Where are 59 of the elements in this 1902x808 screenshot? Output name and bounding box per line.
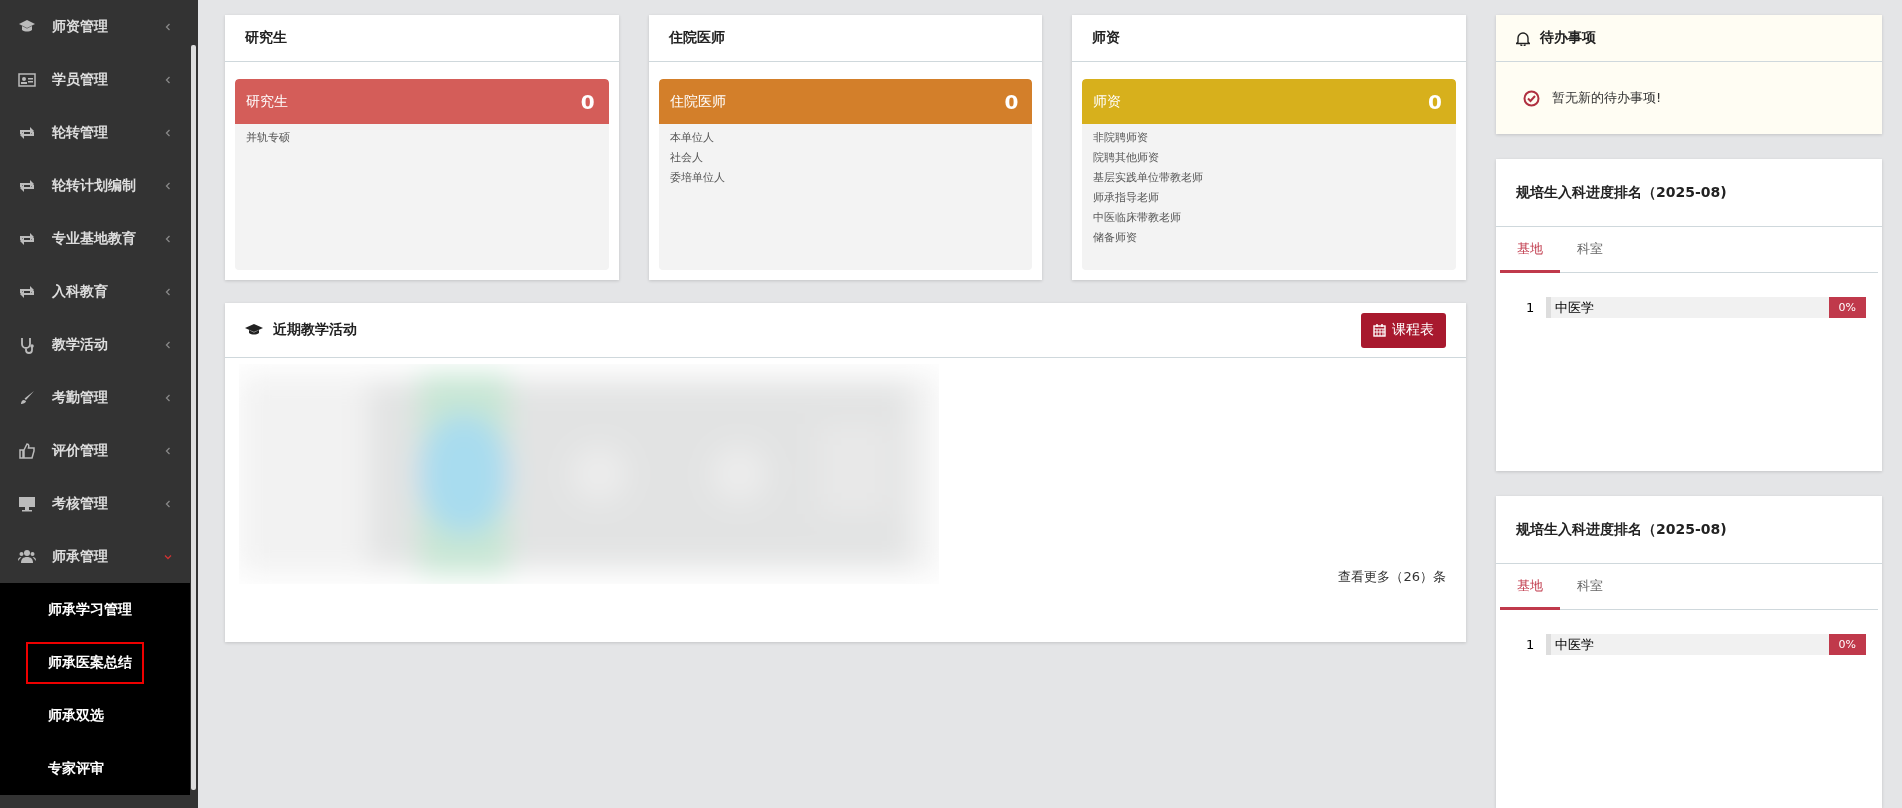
category-label[interactable]: 本单位人 bbox=[669, 130, 1022, 145]
sidebar-item[interactable]: 轮转计划编制 bbox=[0, 159, 190, 212]
sidebar-item[interactable]: 考勤管理 bbox=[0, 371, 190, 424]
schedule-button[interactable]: 课程表 bbox=[1361, 312, 1446, 348]
stethoscope-icon bbox=[18, 335, 36, 354]
department-name: 中医学 bbox=[1554, 298, 1595, 317]
category-label[interactable]: 储备师资 bbox=[1093, 230, 1445, 245]
thumbs-up-icon bbox=[18, 441, 36, 460]
category-label[interactable]: 社会人 bbox=[669, 150, 1022, 165]
brush-icon bbox=[18, 388, 36, 407]
check-circle-icon bbox=[1523, 89, 1540, 107]
stat-banner: 师资 0 bbox=[1082, 79, 1456, 124]
sidebar-item[interactable]: 学员管理 bbox=[0, 53, 190, 106]
category-label[interactable]: 委培单位人 bbox=[669, 170, 1022, 185]
tab[interactable]: 基地 bbox=[1500, 227, 1560, 273]
submenu-item[interactable]: 专家评审 bbox=[28, 749, 114, 788]
monitor-icon bbox=[18, 494, 36, 513]
tab[interactable]: 科室 bbox=[1560, 227, 1620, 273]
rank-number: 1 bbox=[1526, 300, 1535, 315]
card-title: 研究生 bbox=[245, 29, 287, 47]
category-label[interactable]: 非院聘师资 bbox=[1093, 130, 1445, 145]
panel-title: 规培生入科进度排名（2025-08) bbox=[1516, 520, 1727, 539]
sidebar-item[interactable]: 师承管理 bbox=[0, 530, 190, 583]
id-card-icon bbox=[18, 70, 36, 89]
percent-badge: 0% bbox=[1828, 297, 1866, 318]
submenu-item[interactable]: 师承医案总结 bbox=[28, 643, 142, 682]
percent-badge: 0% bbox=[1828, 634, 1866, 655]
panel-title: 待办事项 bbox=[1540, 29, 1596, 47]
card-title: 师资 bbox=[1092, 29, 1121, 47]
category-label[interactable]: 院聘其他师资 bbox=[1093, 150, 1445, 165]
stat-banner: 住院医师 0 bbox=[658, 79, 1033, 124]
bell-icon bbox=[1516, 30, 1530, 46]
submenu-item[interactable]: 师承双选 bbox=[28, 696, 114, 735]
sidebar-item[interactable]: 评价管理 bbox=[0, 424, 190, 477]
sidebar-item[interactable]: 专业基地教育 bbox=[0, 212, 190, 265]
department-name: 中医学 bbox=[1554, 635, 1595, 654]
category-label[interactable]: 中医临床带教老师 bbox=[1093, 210, 1445, 225]
stat-banner: 研究生 0 bbox=[235, 79, 609, 124]
tab[interactable]: 科室 bbox=[1560, 564, 1620, 610]
tab[interactable]: 基地 bbox=[1500, 564, 1560, 610]
category-label[interactable]: 并轨专硕 bbox=[246, 130, 598, 145]
view-more-link[interactable]: 查看更多（26）条 bbox=[1338, 568, 1446, 586]
graduation-cap-icon bbox=[245, 323, 263, 337]
sidebar-item[interactable]: 教学活动 bbox=[0, 318, 190, 371]
category-label[interactable]: 师承指导老师 bbox=[1093, 190, 1445, 205]
sidebar-item[interactable]: 师资管理 bbox=[0, 0, 190, 53]
submenu-item[interactable]: 师承学习管理 bbox=[28, 590, 142, 629]
category-label[interactable]: 基层实践单位带教老师 bbox=[1093, 170, 1445, 185]
card-title: 住院医师 bbox=[668, 29, 725, 47]
panel-title: 近期教学活动 bbox=[273, 321, 357, 339]
empty-message: 暂无新的待办事项! bbox=[1552, 89, 1662, 107]
rank-number: 1 bbox=[1526, 637, 1535, 652]
sidebar-item[interactable]: 轮转管理 bbox=[0, 106, 190, 159]
panel-title: 规培生入科进度排名（2025-08) bbox=[1516, 183, 1727, 202]
calendar-icon bbox=[1373, 323, 1386, 337]
users-icon bbox=[18, 547, 36, 566]
sidebar-item[interactable]: 考核管理 bbox=[0, 477, 190, 530]
scrollbar[interactable] bbox=[191, 45, 196, 790]
sidebar-item[interactable]: 入科教育 bbox=[0, 265, 190, 318]
